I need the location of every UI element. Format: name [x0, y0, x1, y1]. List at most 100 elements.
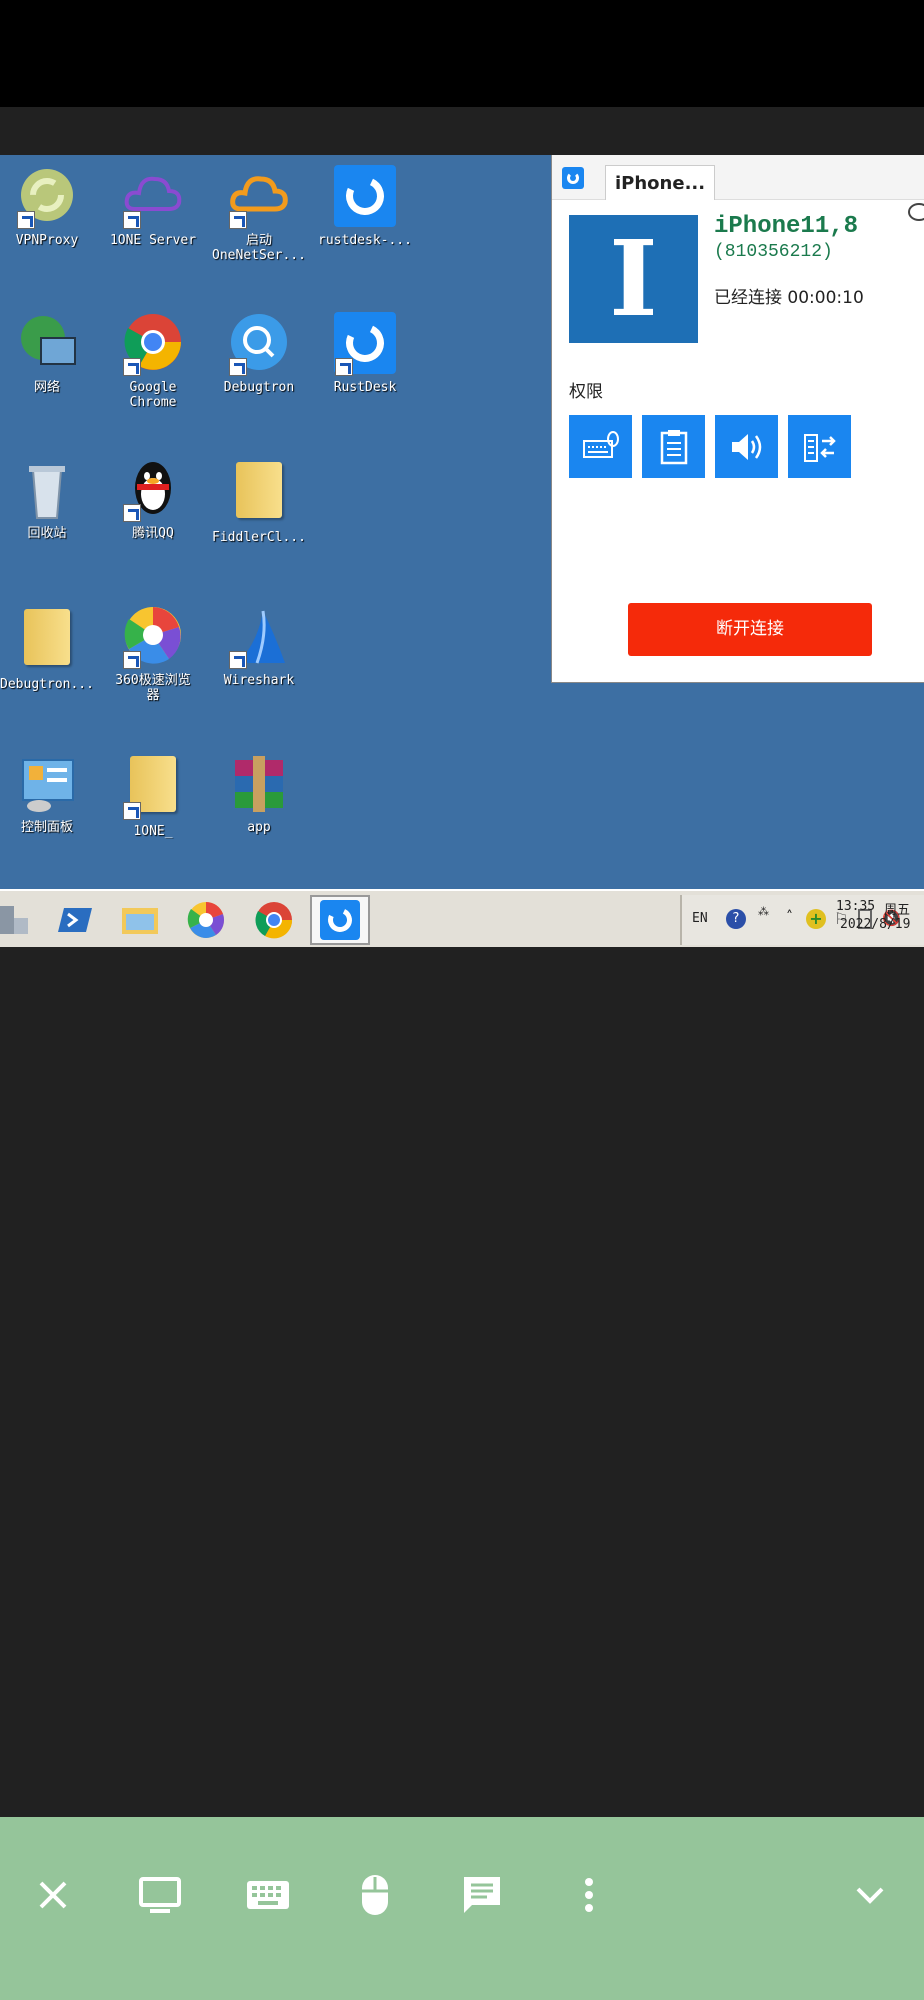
desktop-icon-label: 1ONE Server — [109, 233, 197, 248]
360-browser-icon[interactable] — [186, 900, 226, 940]
desktop-icon-debugtron-folder[interactable]: Debugtron... — [0, 605, 100, 692]
file-explorer-icon[interactable] — [120, 900, 160, 940]
network-icon — [15, 312, 79, 376]
taskbar-rustdesk-active[interactable] — [310, 895, 370, 945]
desktop-icon-app-archive[interactable]: app — [206, 752, 312, 835]
add-network-icon[interactable]: + — [806, 909, 826, 929]
desktop-icon-vpnproxy[interactable]: VPNProxy — [0, 165, 100, 248]
desktop-icon-onenetserver[interactable]: 启动 OneNetSer... — [206, 165, 312, 263]
folder-icon — [227, 462, 291, 526]
clock-date[interactable]: 2022/8/19 — [840, 917, 910, 932]
show-hidden-icons-chevron-icon[interactable]: ˄ — [786, 909, 793, 925]
desktop-icon-rustdesk-installer[interactable]: rustdesk-... — [312, 165, 418, 248]
peer-avatar: I — [569, 215, 698, 343]
remote-desktop[interactable]: VPNProxy 1ONE Server 启动 OneNetSer... rus… — [0, 155, 924, 889]
clock-weekday[interactable]: 周五 — [884, 899, 910, 918]
rustdesk-connection-panel: iPhone... I iPhone11,8 (810356212) 已经连接 … — [551, 155, 924, 683]
keyboard-icon — [247, 1881, 289, 1909]
close-icon — [39, 1881, 67, 1909]
winrar-icon — [227, 752, 291, 816]
control-panel-icon — [15, 752, 79, 816]
close-session-button[interactable] — [25, 1867, 81, 1923]
monitor-icon — [139, 1877, 181, 1913]
vpnproxy-icon — [15, 165, 79, 229]
desktop-icon-label-line2: Chrome — [129, 395, 177, 410]
chrome-icon[interactable] — [254, 900, 294, 940]
chat-button[interactable] — [454, 1867, 510, 1923]
desktop-icon-label: 1ONE_ — [133, 824, 173, 839]
debugtron-icon — [227, 312, 291, 376]
360-browser-icon — [121, 605, 185, 669]
folder-icon — [121, 756, 185, 820]
desktop-icon-label: 启动 — [245, 233, 272, 248]
keyboard-mouse-icon — [582, 430, 619, 458]
desktop-icon-label: Debugtron... — [0, 677, 94, 692]
desktop-icon-label: Google — [129, 380, 177, 395]
desktop-icon-rustdesk[interactable]: RustDesk — [312, 312, 418, 395]
remote-control-toolbar — [0, 1817, 924, 2000]
chevron-down-icon — [856, 1887, 884, 1904]
desktop-icon-1one-folder[interactable]: 1ONE_ — [100, 752, 206, 839]
desktop-icon-1one-server[interactable]: 1ONE Server — [100, 165, 206, 248]
remote-screen[interactable]: VPNProxy 1ONE Server 启动 OneNetSer... rus… — [0, 155, 924, 947]
windows-taskbar: EN ? ⁂ ˄ + ⚐ 🔇 13:35 周五 2022/8/19 — [0, 889, 924, 947]
rustdesk-icon — [320, 900, 360, 940]
server-manager-icon[interactable] — [0, 900, 34, 940]
speaker-icon — [731, 433, 761, 460]
rustdesk-icon — [333, 165, 397, 229]
more-options-button[interactable] — [561, 1867, 617, 1923]
mouse-button[interactable] — [347, 1867, 403, 1923]
clipboard-permission-button[interactable] — [642, 415, 705, 478]
desktop-icon-360-browser[interactable]: 360极速浏览 器 — [100, 605, 206, 703]
connection-status: 已经连接 00:00:10 — [714, 288, 864, 308]
desktop-icon-label: 回收站 — [27, 526, 67, 541]
keyboard-permission-button[interactable] — [569, 415, 632, 478]
chrome-icon — [121, 312, 185, 376]
desktop-icon-control-panel[interactable]: 控制面板 — [0, 752, 100, 835]
rustdesk-icon — [333, 312, 397, 376]
desktop-icon-qq[interactable]: 腾讯QQ — [100, 458, 206, 541]
recycle-bin-icon — [15, 458, 79, 522]
desktop-icon-label: VPNProxy — [15, 233, 79, 248]
mouse-icon — [362, 1875, 388, 1915]
powershell-icon[interactable] — [56, 900, 96, 940]
options-caret-icon[interactable]: ⁂ — [758, 905, 769, 918]
desktop-icon-label-line2: 器 — [146, 688, 160, 703]
desktop-icon-label: 360极速浏览 — [115, 673, 191, 688]
help-icon[interactable]: ? — [726, 909, 746, 929]
desktop-icon-wireshark[interactable]: Wireshark — [206, 605, 312, 688]
chat-bubble-icon[interactable] — [908, 203, 924, 221]
collapse-toolbar-button[interactable] — [842, 1867, 898, 1923]
desktop-icon-label: rustdesk-... — [318, 233, 412, 248]
desktop-icon-debugtron[interactable]: Debugtron — [206, 312, 312, 395]
permissions-title: 权限 — [569, 382, 603, 402]
more-icon — [585, 1878, 593, 1912]
cloud-icon — [227, 165, 291, 229]
folder-icon — [15, 609, 79, 673]
peer-name: iPhone11,8 — [714, 213, 859, 240]
audio-permission-button[interactable] — [715, 415, 778, 478]
file-transfer-permission-button[interactable] — [788, 415, 851, 478]
clock-time[interactable]: 13:35 — [836, 899, 875, 914]
file-transfer-icon — [803, 433, 836, 462]
top-spacer — [0, 107, 924, 155]
desktop-icon-label: Debugtron — [223, 380, 295, 395]
display-button[interactable] — [132, 1867, 188, 1923]
desktop-icon-label: FiddlerCl... — [212, 530, 306, 545]
wireshark-fin-icon — [227, 605, 291, 669]
panel-titlebar: iPhone... — [552, 155, 924, 200]
desktop-icon-recycle-bin[interactable]: 回收站 — [0, 458, 100, 541]
clipboard-icon — [660, 429, 687, 464]
desktop-icon-google-chrome[interactable]: Google Chrome — [100, 312, 206, 410]
keyboard-button[interactable] — [240, 1867, 296, 1923]
language-indicator[interactable]: EN — [692, 911, 708, 926]
desktop-icon-label: Wireshark — [223, 673, 295, 688]
desktop-icon-label: app — [247, 820, 271, 835]
qq-penguin-icon — [121, 458, 185, 522]
status-bar-area — [0, 0, 924, 107]
desktop-icon-label: 腾讯QQ — [132, 526, 174, 541]
desktop-icon-network[interactable]: 网络 — [0, 312, 100, 395]
tab-connection[interactable]: iPhone... — [605, 165, 715, 200]
desktop-icon-fiddler[interactable]: FiddlerCl... — [206, 458, 312, 545]
disconnect-button[interactable]: 断开连接 — [628, 603, 872, 656]
